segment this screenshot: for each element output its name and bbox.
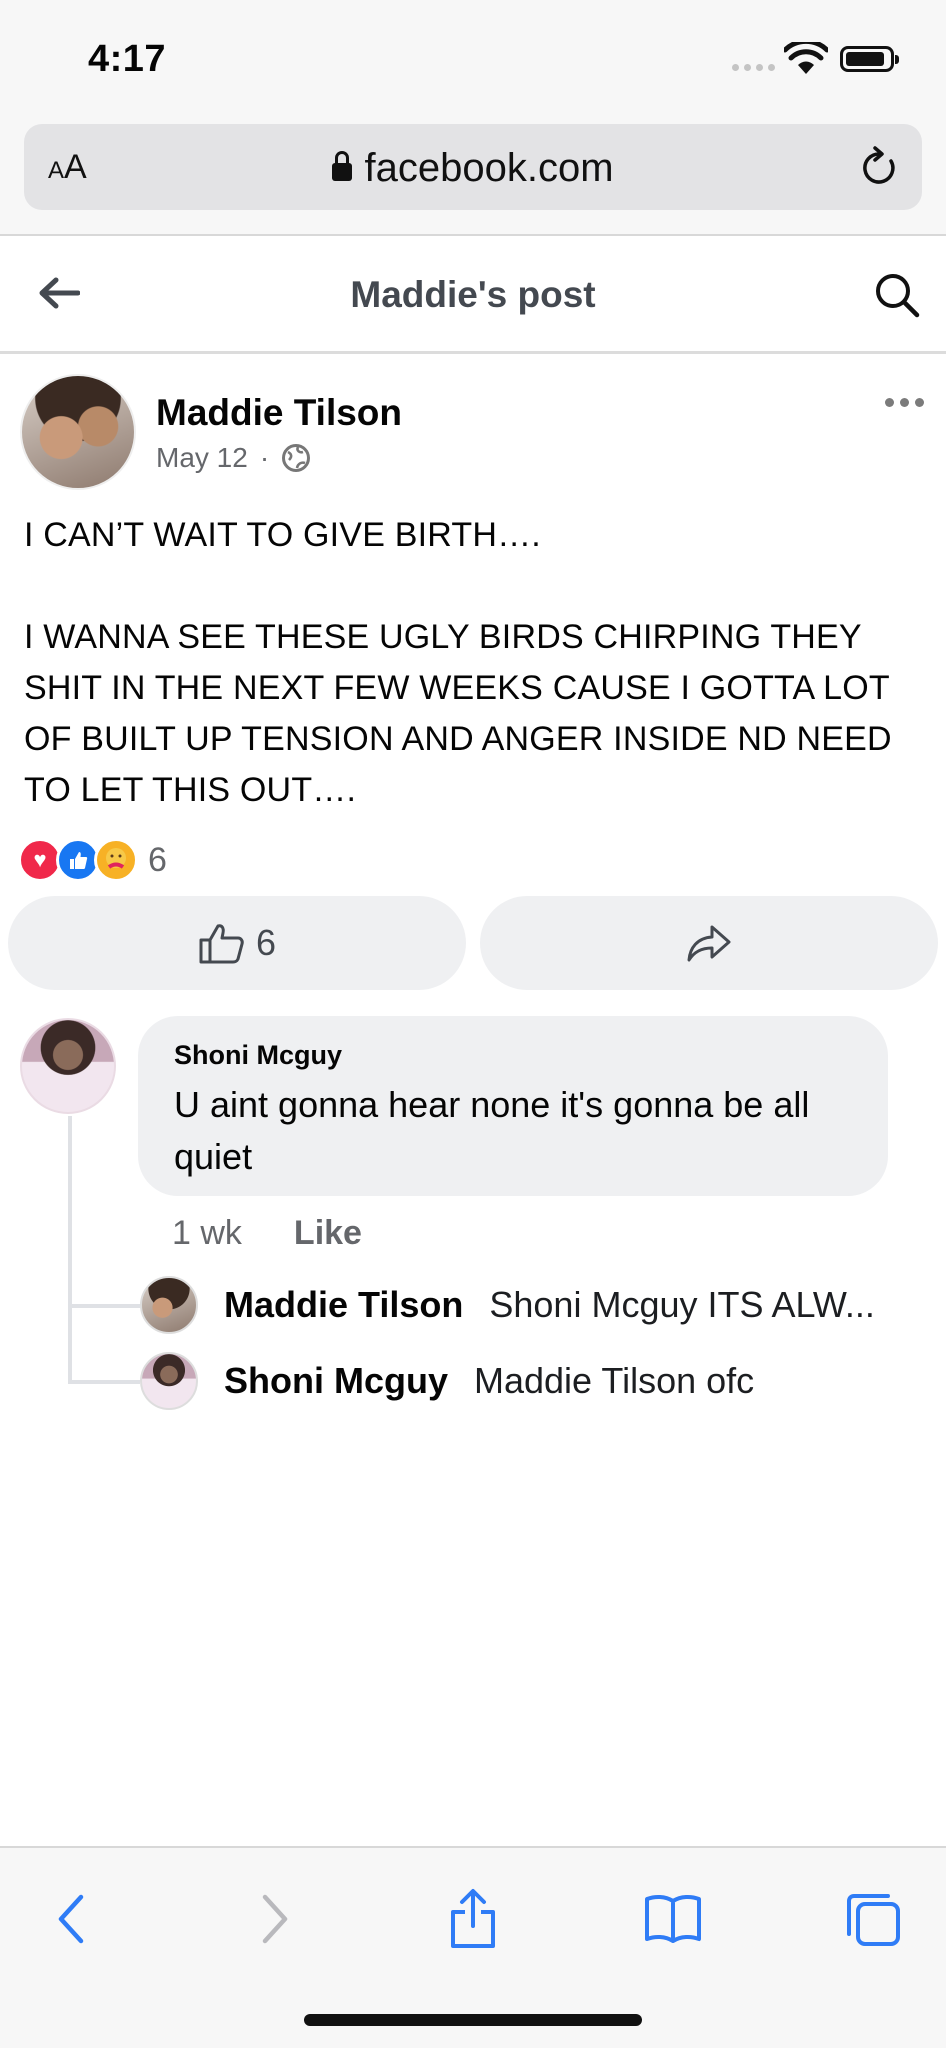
book-icon: [645, 1894, 701, 1943]
wifi-icon: [784, 42, 828, 74]
globe-icon: [282, 444, 311, 472]
chevron-right-icon: [262, 1894, 288, 1944]
share-arrow-icon: [687, 925, 731, 962]
post-paragraph: I CAN’T WAIT TO GIVE BIRTH….: [24, 516, 541, 554]
meta-separator: ·: [259, 442, 270, 473]
reply-item[interactable]: Maddie Tilson Shoni Mcguy ITS ALW...: [140, 1274, 875, 1336]
reply-author: Shoni Mcguy: [224, 1360, 448, 1401]
reply-text: Shoni Mcguy ITS ALW...: [489, 1284, 875, 1325]
home-indicator[interactable]: [304, 2014, 642, 2026]
search-icon[interactable]: [874, 272, 920, 318]
status-bar: 4:17: [0, 0, 946, 118]
post-header: Maddie's post: [0, 236, 946, 354]
lock-icon: [332, 151, 353, 181]
battery-icon: [840, 46, 899, 72]
reply-avatar: [140, 1352, 198, 1410]
comment-meta: 1 wk Like: [172, 1214, 362, 1253]
thread-branch: [68, 1380, 140, 1384]
post-meta: May 12 ·: [156, 442, 311, 474]
post-body: I CAN’T WAIT TO GIVE BIRTH…. I WANNA SEE…: [24, 510, 934, 867]
more-options-icon[interactable]: [885, 398, 924, 407]
url-display[interactable]: facebook.com: [24, 146, 922, 191]
address-bar[interactable]: AA facebook.com: [24, 124, 922, 210]
post-paragraph: I WANNA SEE THESE UGLY BIRDS CHIRPING TH…: [24, 618, 892, 809]
reaction-count: 6: [148, 840, 167, 879]
like-count: 6: [255, 922, 277, 963]
reply-avatar: [140, 1276, 198, 1334]
author-avatar[interactable]: [20, 374, 136, 490]
care-reaction-icon: [94, 838, 138, 882]
cellular-signal-icon: [732, 64, 775, 71]
post-date[interactable]: May 12: [156, 442, 248, 474]
browser-bookmarks-button[interactable]: [638, 1884, 708, 1954]
reply-author: Maddie Tilson: [224, 1284, 464, 1325]
reply-item[interactable]: Shoni Mcguy Maddie Tilson ofc: [140, 1350, 754, 1412]
comment-like-link[interactable]: Like: [294, 1214, 362, 1253]
share-icon: [451, 1889, 495, 1948]
url-text: facebook.com: [364, 146, 614, 190]
thread-branch: [68, 1304, 140, 1308]
commenter-avatar[interactable]: [20, 1018, 116, 1114]
comment-author[interactable]: Shoni Mcguy: [174, 1040, 852, 1071]
thread-line: [68, 1116, 72, 1384]
tabs-icon: [847, 1894, 900, 1946]
browser-back-button[interactable]: [36, 1884, 106, 1954]
reply-text: Maddie Tilson ofc: [474, 1360, 755, 1401]
comment-bubble[interactable]: Shoni Mcguy U aint gonna hear none it's …: [138, 1016, 888, 1196]
chevron-left-icon: [58, 1894, 84, 1944]
comment-time: 1 wk: [172, 1214, 242, 1252]
post-author-name[interactable]: Maddie Tilson: [156, 392, 402, 434]
like-button[interactable]: 6: [8, 896, 466, 990]
status-time: 4:17: [88, 38, 167, 80]
reaction-summary[interactable]: ♥ 6: [18, 838, 167, 882]
browser-tabs-button[interactable]: [838, 1884, 908, 1954]
comment-text: U aint gonna hear none it's gonna be all…: [174, 1084, 810, 1177]
browser-forward-button[interactable]: [240, 1884, 310, 1954]
browser-address-area: AA facebook.com: [0, 118, 946, 236]
reload-icon[interactable]: [858, 146, 900, 190]
share-button[interactable]: [480, 896, 938, 990]
browser-toolbar: [0, 1846, 946, 2048]
page-title: Maddie's post: [350, 274, 596, 315]
browser-share-button[interactable]: [438, 1884, 508, 1954]
thumbs-up-icon: [199, 924, 244, 964]
